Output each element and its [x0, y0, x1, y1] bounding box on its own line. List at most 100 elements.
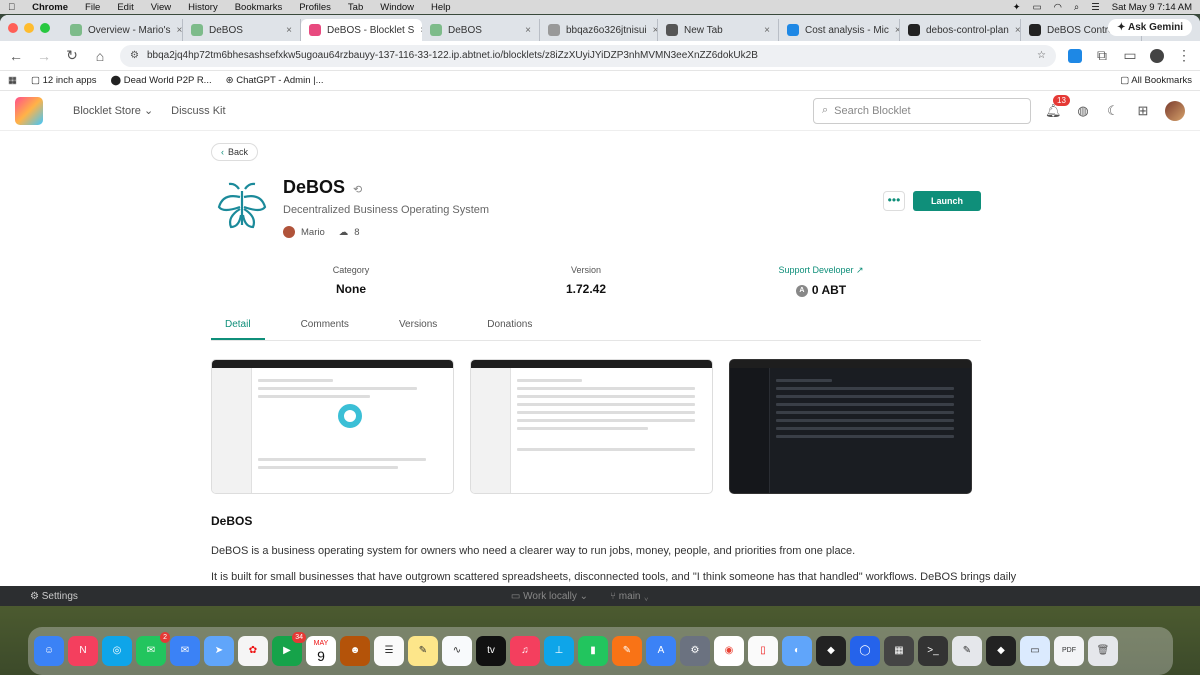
close-tab-icon[interactable]: ×	[758, 25, 770, 36]
messages-icon[interactable]: ✉ 2	[136, 632, 170, 666]
refresh-icon[interactable]: ⟲	[353, 184, 362, 196]
app-icon[interactable]: ◆	[986, 636, 1016, 666]
menu-window[interactable]: Window	[380, 2, 414, 13]
browser-tab[interactable]: New Tab ×	[658, 19, 779, 41]
maps-icon[interactable]: ➤	[204, 636, 234, 666]
nav-blocklet-store[interactable]: Blocklet Store ⌄	[73, 104, 153, 117]
wifi-icon[interactable]: ◠	[1054, 2, 1062, 13]
music-icon[interactable]: ♫	[510, 636, 540, 666]
apple-tv-icon[interactable]: tv	[476, 636, 506, 666]
signal-icon[interactable]: ◯	[850, 636, 880, 666]
browser-tab[interactable]: DeBOS - Blocklet S×	[301, 19, 422, 41]
support-developer-link[interactable]: Support Developer ↗	[721, 265, 921, 276]
forward-arrow-icon[interactable]: →	[36, 48, 52, 64]
more-options-button[interactable]: •••	[882, 191, 905, 211]
chrome-icon[interactable]: ◉	[714, 636, 744, 666]
terminal-icon[interactable]: >_	[918, 636, 948, 666]
tab-detail[interactable]: Detail	[211, 319, 265, 340]
app-icon[interactable]: ◐	[782, 636, 812, 666]
menu-history[interactable]: History	[188, 2, 218, 13]
tab-comments[interactable]: Comments	[287, 319, 363, 340]
browser-tab[interactable]: bbqaz6o326jtnisui ×	[540, 19, 658, 41]
ask-gemini-button[interactable]: ✦ Ask Gemini	[1108, 19, 1192, 36]
globe-icon[interactable]: ◍	[1075, 103, 1091, 119]
work-locally-selector[interactable]: ▭ Work locally ⌄	[511, 591, 588, 602]
browser-tab[interactable]: debos-control-plan ×	[900, 19, 1021, 41]
numbers-icon[interactable]: ▮	[578, 636, 608, 666]
zoom-window-button[interactable]	[40, 23, 50, 33]
pdf-document-icon[interactable]: PDF	[1054, 636, 1084, 666]
menu-profiles[interactable]: Profiles	[299, 2, 331, 13]
extension-icon[interactable]	[1068, 48, 1082, 63]
cursor-icon[interactable]: ◆	[816, 636, 846, 666]
photos-icon[interactable]: ✿	[238, 636, 268, 666]
close-tab-icon[interactable]: ×	[519, 25, 531, 36]
nav-discuss-kit[interactable]: Discuss Kit	[171, 105, 225, 117]
all-bookmarks[interactable]: ▢ All Bookmarks	[1120, 75, 1192, 86]
freeform-icon[interactable]: ∿	[442, 636, 472, 666]
back-button[interactable]: ‹ Back	[211, 143, 259, 161]
settings-button[interactable]: ⚙ Settings	[30, 591, 78, 602]
profile-avatar[interactable]	[1150, 48, 1164, 63]
reload-icon[interactable]: ↻	[64, 47, 80, 64]
user-avatar[interactable]	[1165, 100, 1185, 121]
bookmark-dead-world[interactable]: ⬤ Dead World P2P R...	[110, 75, 211, 86]
textedit-icon[interactable]: ✎	[952, 636, 982, 666]
reminders-icon[interactable]: ☰	[374, 636, 404, 666]
calendar-icon[interactable]: MAY 9	[306, 636, 336, 666]
notification-bell-icon[interactable]: 🔔︎ 13	[1045, 94, 1070, 119]
site-info-icon[interactable]: ⚙	[130, 50, 139, 61]
status-icon[interactable]: ✦	[1013, 2, 1021, 13]
launch-button[interactable]: Launch	[912, 191, 981, 211]
close-window-button[interactable]	[8, 23, 18, 33]
system-settings-icon[interactable]: ⚙	[680, 636, 710, 666]
contacts-icon[interactable]: ☻	[340, 636, 370, 666]
pages-icon[interactable]: ✎	[612, 636, 642, 666]
menu-chrome[interactable]: Chrome	[32, 2, 68, 13]
battery-icon[interactable]: ▭	[1033, 2, 1042, 13]
mail-icon[interactable]: ✉	[170, 636, 200, 666]
author-name[interactable]: Mario	[301, 227, 325, 238]
screenshot-dashboard[interactable]	[211, 359, 454, 494]
menubar-clock[interactable]: Sat May 9 7:14 AM	[1112, 2, 1192, 13]
minimize-window-button[interactable]	[24, 23, 34, 33]
branch-selector[interactable]: ⑂ main ⌄	[610, 591, 649, 602]
apps-grid-icon[interactable]: ▦	[8, 75, 17, 86]
tab-versions[interactable]: Versions	[385, 319, 451, 340]
search-input[interactable]: ⌕ Search Blocklet	[813, 97, 1031, 124]
close-tab-icon[interactable]: ×	[414, 25, 422, 36]
bookmark-chatgpt[interactable]: ⊛ ChatGPT - Admin |...	[226, 75, 324, 86]
apps-grid-icon[interactable]: ⊞	[1135, 103, 1151, 119]
close-tab-icon[interactable]: ×	[889, 25, 899, 36]
side-panel-icon[interactable]: ▭	[1122, 47, 1138, 64]
browser-tab[interactable]: DeBOS ×	[183, 19, 301, 41]
close-tab-icon[interactable]: ×	[280, 25, 292, 36]
close-tab-icon[interactable]: ×	[1009, 25, 1020, 36]
chrome-menu-icon[interactable]: ⋮	[1176, 47, 1192, 64]
calculator-icon[interactable]: ▦	[884, 636, 914, 666]
browser-tab[interactable]: Cost analysis - Mic×	[779, 19, 900, 41]
app-store-icon[interactable]: A	[646, 636, 676, 666]
menu-help[interactable]: Help	[431, 2, 451, 13]
apple-icon[interactable]: 	[8, 2, 15, 13]
news-icon[interactable]: N	[68, 636, 98, 666]
notes-icon[interactable]: ✎	[408, 636, 438, 666]
menu-view[interactable]: View	[151, 2, 171, 13]
close-tab-icon[interactable]: ×	[647, 25, 657, 36]
control-center-icon[interactable]: ☰	[1091, 2, 1100, 13]
trash-icon[interactable]: 🗑︎	[1088, 636, 1118, 666]
screenshot-quotes[interactable]	[729, 359, 972, 494]
url-bar[interactable]: ⚙ bbqa2jq4hp72tm6bhesashsefxkw5ugoau64rz…	[120, 44, 1056, 67]
search-icon[interactable]: ⌕	[1074, 2, 1079, 13]
menu-tab[interactable]: Tab	[348, 2, 363, 13]
keynote-icon[interactable]: ⊥	[544, 636, 574, 666]
home-icon[interactable]: ⌂	[92, 48, 108, 64]
bookmark-star-icon[interactable]: ☆	[1037, 50, 1046, 61]
theme-moon-icon[interactable]: ☾	[1105, 103, 1121, 119]
browser-tab[interactable]: Overview - Mario's ×	[62, 19, 183, 41]
finder-icon[interactable]: ☺	[34, 636, 64, 666]
extensions-puzzle-icon[interactable]: ⧉	[1094, 47, 1110, 64]
bookmark-12-inch-apps[interactable]: ▢ 12 inch apps	[31, 75, 97, 86]
close-tab-icon[interactable]: ×	[170, 25, 182, 36]
menu-edit[interactable]: Edit	[117, 2, 133, 13]
